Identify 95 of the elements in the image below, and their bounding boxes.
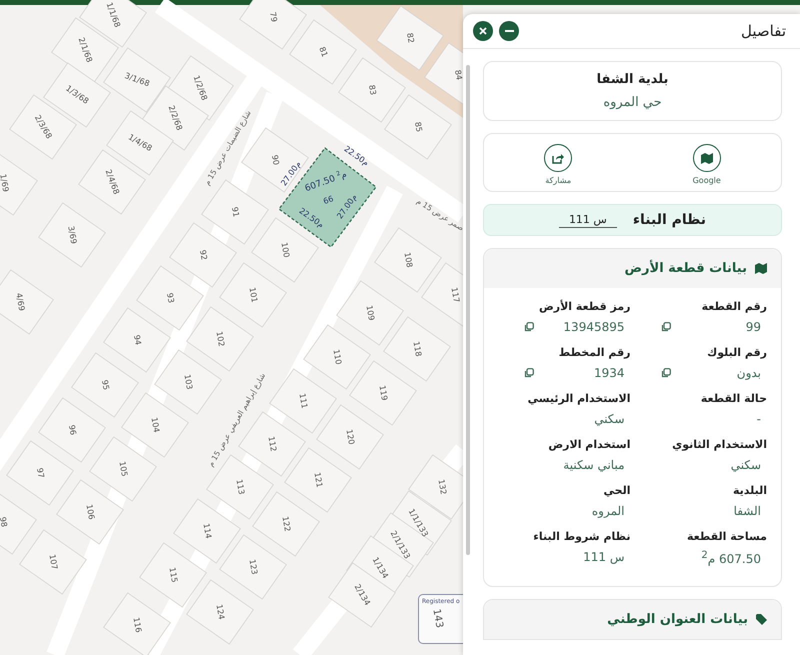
district-name: حي المروه (603, 95, 662, 110)
close-icon (479, 27, 487, 35)
plot-number: 91 (230, 206, 241, 218)
plot-number: 98 (0, 516, 9, 528)
minus-icon (504, 30, 514, 32)
plot-number: 79 (268, 11, 279, 23)
plot-number: 122 (280, 516, 292, 532)
side-length: 27.00م (335, 192, 359, 221)
plot-number: 81 (317, 46, 330, 58)
plot-number: 121 (312, 472, 324, 488)
scrollbar[interactable] (466, 65, 470, 555)
plot-number: 100 (280, 242, 292, 258)
plot-number: 97 (35, 467, 46, 479)
plot-number: 4/69 (14, 292, 26, 312)
plot-number: 84 (453, 69, 464, 81)
field-value: 13945895 (563, 320, 624, 334)
plot-number: 82 (405, 32, 416, 44)
plot-number: 120 (344, 428, 356, 446)
plot-number: 3/1/68 (123, 71, 151, 88)
plot-number: 1/2/68 (192, 74, 209, 102)
field-label: الحي (602, 484, 630, 497)
side-length: 22.50م (297, 206, 326, 230)
close-button[interactable] (473, 21, 493, 41)
field-label: الاستخدام الرئيسي (526, 392, 630, 405)
plot-number: 123 (248, 558, 260, 576)
plot-number: 115 (168, 566, 180, 584)
field-value: مباني سكنية (563, 458, 624, 472)
plot-number: 110 (332, 348, 344, 366)
field-value: 99 (746, 320, 761, 334)
panel-title: تفاصيل (741, 22, 786, 40)
plot-number: 103 (182, 374, 194, 390)
side-length: 22.50م (342, 144, 370, 168)
field-value: بدون (736, 366, 761, 380)
copy-icon[interactable] (660, 368, 670, 378)
plot-number: 83 (367, 84, 378, 96)
plot-number: 105 (118, 460, 130, 478)
building-system-label: نظام البناء (632, 212, 706, 228)
plot-number: 107 (48, 554, 60, 570)
field-value: المروه (592, 504, 624, 518)
plot-number: 99 (322, 193, 334, 206)
plot-number: 109 (364, 304, 376, 322)
field-label: استخدام الارض (547, 438, 630, 451)
plot-number: 124 (214, 604, 226, 620)
field-value: سكني (730, 458, 761, 472)
municipality-name: بلدية الشفا (596, 72, 668, 87)
minimize-button[interactable] (499, 21, 519, 41)
field-value: الشفا (734, 504, 761, 518)
field-value: س 111 (583, 550, 624, 564)
plot-number: 108 (402, 252, 414, 268)
plot-number: 112 (266, 436, 278, 452)
copy-icon[interactable] (524, 368, 534, 378)
plot-number: 96 (67, 424, 78, 436)
field-label: الاستخدام الثانوي (671, 438, 767, 451)
side-length: 27.00م (279, 160, 303, 188)
field-label: رقم المخطط (558, 346, 630, 359)
field-value: سكني (594, 412, 624, 426)
plot-number: 92 (198, 249, 209, 261)
field-label: رمز قطعة الأرض (538, 300, 630, 313)
plot-number: 116 (132, 616, 144, 634)
plot-number: 94 (132, 334, 143, 346)
plot-number: 117 (450, 286, 462, 304)
plot-number: 101 (248, 286, 260, 304)
copy-icon[interactable] (524, 322, 534, 332)
plot-number: 102 (214, 330, 226, 348)
plot-number: 1/69 (0, 173, 10, 193)
map-icon (755, 263, 767, 274)
plot-number: 119 (378, 384, 390, 402)
field-label: البلدية (732, 484, 767, 497)
share-icon (552, 152, 564, 164)
plot-number: 111 (298, 392, 310, 410)
plot-number: 106 (84, 504, 96, 520)
copy-icon[interactable] (660, 322, 670, 332)
plot-number: 3/69 (66, 225, 78, 245)
field-value: 1934 (594, 366, 624, 380)
field-label: نظام شروط البناء (532, 530, 630, 543)
plot-number: 113 (234, 478, 246, 496)
plot-number: 95 (100, 379, 111, 391)
plot-number: 118 (412, 340, 424, 358)
plot-number: 104 (150, 416, 162, 434)
field-label: رقم القطعة (700, 300, 767, 313)
field-value: - (756, 412, 761, 426)
plot-number: 90 (270, 154, 281, 166)
field-label: حالة القطعة (700, 392, 767, 405)
field-label: رقم البلوك (706, 346, 767, 359)
plot-number: 93 (165, 292, 176, 304)
map-icon (700, 152, 713, 164)
plot-number: 85 (413, 121, 424, 133)
field-label: مساحة القطعة (686, 530, 767, 543)
section-title: بيانات العنوان الوطني (607, 612, 748, 627)
plot-number: 1/1/68 (104, 1, 122, 29)
tag-icon (756, 614, 767, 625)
plot-number: 114 (202, 522, 214, 540)
building-system-value: س 111 (558, 212, 617, 228)
section-title: بيانات قطعة الأرض (624, 261, 747, 276)
plot-number: 132 (436, 478, 448, 496)
